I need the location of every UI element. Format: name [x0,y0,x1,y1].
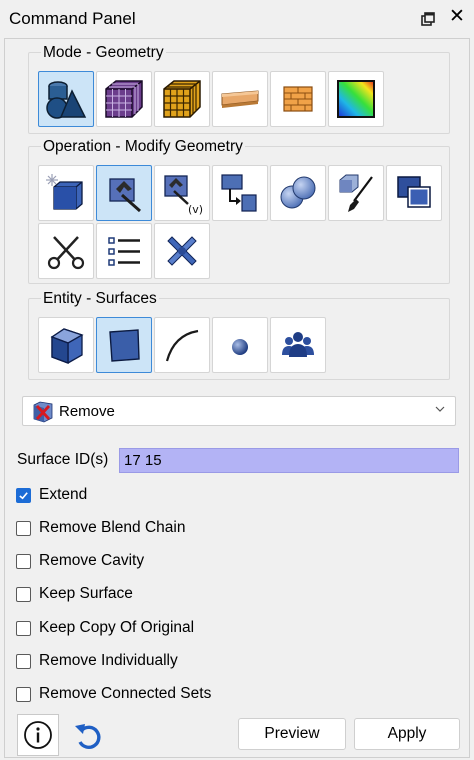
modify-virtual-button[interactable]: (v) [154,165,210,221]
checkmark-icon [19,491,28,499]
extend-checkbox[interactable] [16,487,31,503]
scissors-icon [47,236,85,270]
entity-group-title: Entity - Surfaces [41,290,159,308]
surface-square-icon [109,329,140,362]
info-button[interactable] [17,714,59,756]
transform-button[interactable] [212,165,268,221]
copy-button[interactable] [386,165,442,221]
surface-ids-label: Surface ID(s) [17,451,109,468]
brush-icon [339,174,373,212]
action-dropdown-value: Remove [59,403,115,420]
analysis-mode-button[interactable] [328,71,384,127]
hammer-icon [109,178,141,213]
info-icon [24,721,52,749]
extend-label: Extend [39,486,88,503]
chevron-down-icon [435,406,445,412]
surface-entity-button[interactable] [96,317,152,373]
repair-button[interactable] [154,223,210,279]
remove-surface-icon [33,401,53,423]
option-keep-copy-of-original[interactable]: Keep Copy Of Original [16,618,194,638]
operation-group-title: Operation - Modify Geometry [41,138,245,156]
copy-squares-icon [397,176,431,208]
geometry-mode-button[interactable] [38,71,94,127]
contour-plot-icon [337,80,375,118]
keep-copy-of-original-label: Keep Copy Of Original [39,619,195,636]
new-cube-icon [46,174,83,210]
close-icon[interactable]: ✕ [449,7,465,26]
surface-ids-input[interactable] [119,448,459,473]
remove-individually-checkbox[interactable] [16,653,31,669]
transform-arrow-icon [221,174,257,212]
boolean-button[interactable] [270,165,326,221]
keep-surface-label: Keep Surface [39,585,133,602]
brick-block-icon [283,86,313,112]
remove-cavity-label: Remove Cavity [39,552,145,569]
keep-copy-of-original-checkbox[interactable] [16,620,31,636]
tools-cross-icon [167,236,197,266]
vertex-sphere-icon [232,339,248,355]
option-keep-surface[interactable]: Keep Surface [16,584,133,604]
group-entity-button[interactable] [270,317,326,373]
curve-entity-button[interactable] [154,317,210,373]
vertex-entity-button[interactable] [212,317,268,373]
modify-geometry-button[interactable] [96,165,152,221]
float-window-icon[interactable] [420,11,436,27]
paint-button[interactable] [328,165,384,221]
keep-surface-checkbox[interactable] [16,586,31,602]
bc-plank-icon [221,90,259,108]
action-dropdown[interactable]: Remove [22,396,456,426]
remove-blend-chain-checkbox[interactable] [16,520,31,536]
reset-icon[interactable] [72,720,106,752]
list-icon [108,237,140,266]
cut-button[interactable] [38,223,94,279]
mesh-mode-button[interactable] [96,71,152,127]
mode-group-title: Mode - Geometry [41,44,166,62]
hex-mesh-cube-icon [163,80,201,118]
remove-connected-sets-label: Remove Connected Sets [39,685,212,702]
boundary-condition-mode-button[interactable] [212,71,268,127]
material-mode-button[interactable] [270,71,326,127]
geometry-primitives-icon [46,81,87,119]
list-button[interactable] [96,223,152,279]
boolean-spheres-icon [280,176,316,209]
preview-button[interactable]: Preview [238,718,346,750]
volume-cube-icon [50,328,84,364]
remove-connected-sets-checkbox[interactable] [16,686,31,702]
option-remove-cavity[interactable]: Remove Cavity [16,551,144,571]
curve-icon [165,329,199,362]
hex-mesh-mode-button[interactable] [154,71,210,127]
create-geometry-button[interactable] [38,165,94,221]
mesh-cube-icon [105,80,143,118]
title-bar: Command Panel ✕ [0,0,474,38]
remove-cavity-checkbox[interactable] [16,553,31,569]
option-remove-connected-sets[interactable]: Remove Connected Sets [16,684,211,704]
remove-blend-chain-label: Remove Blend Chain [39,519,186,536]
hammer-virtual-icon: (v) [164,175,203,215]
volume-entity-button[interactable] [38,317,94,373]
remove-individually-label: Remove Individually [39,652,178,669]
option-remove-blend-chain[interactable]: Remove Blend Chain [16,518,185,538]
svg-text:(v): (v) [188,203,203,215]
option-remove-individually[interactable]: Remove Individually [16,651,178,671]
option-extend[interactable]: Extend [16,485,87,505]
group-people-icon [282,332,314,357]
panel-title: Command Panel [9,9,136,28]
apply-button[interactable]: Apply [354,718,460,750]
